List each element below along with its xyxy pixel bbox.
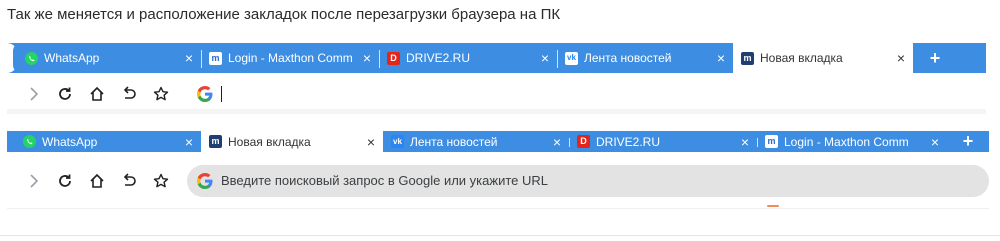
new-tab-button[interactable]: + — [913, 43, 957, 73]
tab-login-maxthon[interactable]: m Login - Maxthon Comm × — [757, 131, 947, 152]
content-divider — [7, 208, 989, 209]
tab-drive2[interactable]: D DRIVE2.RU × — [569, 131, 757, 152]
tab-vk-feed[interactable]: vk Лента новостей × — [383, 131, 569, 152]
reload-icon — [59, 87, 71, 100]
vk-icon: vk — [391, 135, 404, 148]
plus-icon: + — [962, 131, 974, 151]
tab-login-maxthon[interactable]: m Login - Maxthon Comm × — [201, 43, 379, 73]
chevron-right-icon — [30, 87, 39, 101]
home-icon — [90, 173, 104, 188]
bookmark-button[interactable] — [145, 80, 177, 108]
tab-close-button[interactable]: × — [367, 135, 375, 149]
star-icon — [153, 173, 169, 187]
google-icon — [197, 86, 213, 102]
tab-close-button[interactable]: × — [717, 51, 725, 65]
tab-close-button[interactable]: × — [185, 51, 193, 65]
page-accent-mark — [767, 205, 779, 207]
address-bar[interactable] — [187, 80, 887, 108]
content-divider — [7, 109, 986, 114]
home-button[interactable] — [81, 167, 113, 195]
tab-title: DRIVE2.RU — [596, 134, 661, 149]
tab-title: Новая вкладка — [760, 51, 843, 65]
whatsapp-icon — [25, 51, 38, 65]
bottom-divider — [0, 235, 1000, 236]
reload-button[interactable] — [49, 167, 81, 195]
maxthon-icon: m — [741, 51, 754, 65]
star-icon — [153, 86, 169, 101]
whatsapp-icon — [23, 135, 36, 148]
text-caret — [221, 86, 222, 102]
browser-before: WhatsApp × m Login - Maxthon Comm × D DR… — [7, 43, 986, 115]
vk-icon: vk — [565, 51, 578, 65]
tab-close-button[interactable]: × — [541, 51, 549, 65]
tab-title: Login - Maxthon Comm — [228, 51, 353, 65]
tab-strip: WhatsApp × m Новая вкладка × vk Лента но… — [7, 131, 989, 152]
tab-close-button[interactable]: × — [931, 135, 939, 149]
google-icon — [197, 172, 213, 189]
tab-new-tab[interactable]: m Новая вкладка × — [733, 43, 913, 73]
undo-close-tab-button[interactable] — [113, 167, 145, 195]
tab-title: Новая вкладка — [228, 134, 311, 149]
address-bar[interactable]: Введите поисковый запрос в Google или ук… — [187, 164, 989, 197]
drive2-icon: D — [577, 135, 590, 148]
tab-title: Login - Maxthon Comm — [784, 134, 909, 149]
tab-close-button[interactable]: × — [897, 51, 905, 65]
drive2-icon: D — [387, 51, 400, 65]
reload-button[interactable] — [49, 80, 81, 108]
forward-button[interactable] — [17, 167, 49, 195]
tab-close-button[interactable]: × — [363, 51, 371, 65]
tab-drive2[interactable]: D DRIVE2.RU × — [379, 43, 557, 73]
maxthon-icon: m — [209, 51, 222, 65]
tab-whatsapp[interactable]: WhatsApp × — [17, 43, 201, 73]
tab-title: WhatsApp — [44, 51, 100, 65]
tab-strip-edge — [7, 43, 21, 73]
address-input-placeholder[interactable]: Введите поисковый запрос в Google или ук… — [221, 173, 548, 188]
browser-after: WhatsApp × m Новая вкладка × vk Лента но… — [7, 131, 989, 209]
reload-icon — [59, 174, 71, 187]
forward-button[interactable] — [17, 80, 49, 108]
undo-icon — [123, 172, 136, 186]
maxthon-icon: m — [765, 135, 778, 148]
tab-whatsapp[interactable]: WhatsApp × — [15, 131, 201, 152]
tab-strip-edge — [7, 131, 15, 152]
tab-title: Лента новостей — [410, 134, 498, 149]
home-button[interactable] — [81, 80, 113, 108]
undo-close-tab-button[interactable] — [113, 80, 145, 108]
tab-strip: WhatsApp × m Login - Maxthon Comm × D DR… — [7, 43, 986, 73]
tab-title: WhatsApp — [42, 134, 98, 149]
plus-icon: + — [929, 47, 941, 68]
caption-text: Так же меняется и расположение закладок … — [7, 6, 561, 23]
home-icon — [90, 86, 104, 101]
tab-close-button[interactable]: × — [741, 135, 749, 149]
tab-title: Лента новостей — [584, 51, 672, 65]
tab-title: DRIVE2.RU — [406, 51, 471, 65]
chevron-right-icon — [30, 173, 39, 188]
tab-close-button[interactable]: × — [553, 135, 561, 149]
tab-close-button[interactable]: × — [185, 135, 193, 149]
bookmark-button[interactable] — [145, 167, 177, 195]
tab-vk-feed[interactable]: vk Лента новостей × — [557, 43, 733, 73]
new-tab-button[interactable]: + — [947, 131, 989, 152]
maxthon-icon: m — [209, 135, 222, 148]
toolbar: Введите поисковый запрос в Google или ук… — [7, 152, 989, 209]
tab-new-tab[interactable]: m Новая вкладка × — [201, 131, 383, 152]
undo-icon — [123, 86, 136, 99]
